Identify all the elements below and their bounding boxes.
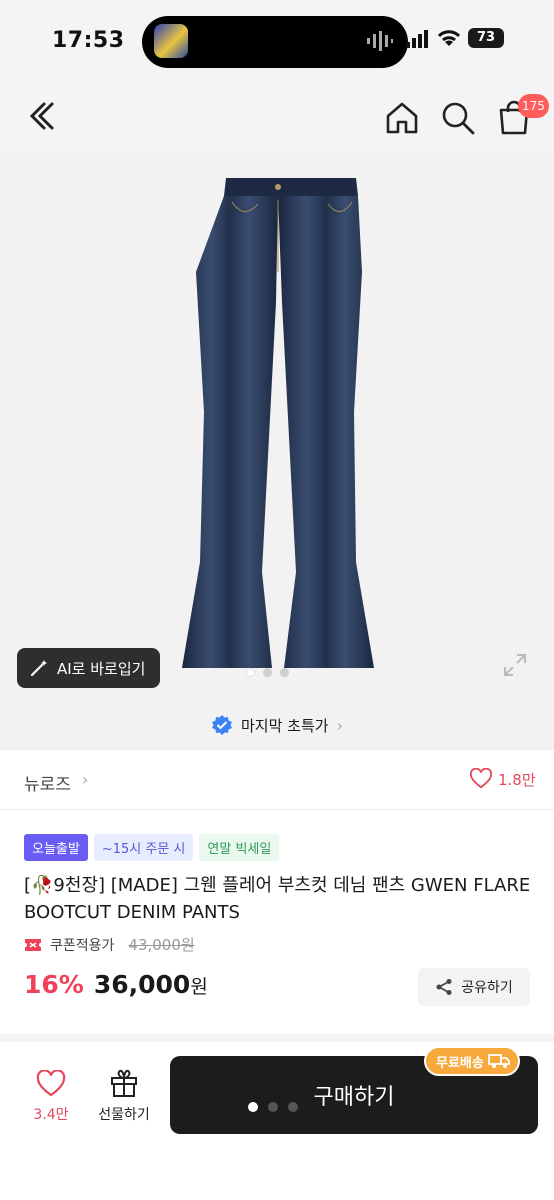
cart-count-badge: 175	[518, 94, 549, 118]
coupon-row: 쿠폰적용가 43,000원	[24, 934, 195, 955]
free-shipping-badge: 무료배송	[424, 1046, 520, 1076]
product-detail-screen: 17:53 73 175 AI로 바로입기 마지막 초특가 › 뉴로즈 › 1.…	[0, 0, 554, 1200]
chevron-right-icon: ›	[82, 770, 89, 789]
jeans-image	[182, 178, 374, 668]
gift-button[interactable]: 선물하기	[92, 1068, 156, 1124]
original-price: 43,000원	[128, 936, 195, 954]
bottom-action-bar: 3.4만 선물하기 구매하기 무료배송	[0, 1042, 554, 1200]
ai-try-on-label: AI로 바로입기	[57, 659, 146, 678]
free-shipping-label: 무료배송	[436, 1055, 484, 1071]
search-icon[interactable]	[438, 98, 478, 138]
gift-label: 선물하기	[98, 1107, 150, 1123]
like-count: 3.4만	[33, 1107, 69, 1123]
promo-label: 마지막 초특가	[241, 716, 329, 735]
gift-icon	[111, 1069, 137, 1097]
price-row: 16% 36,000원	[24, 970, 208, 999]
like-button[interactable]: 3.4만	[28, 1069, 74, 1124]
tag-year-end-sale: 연말 빅세일	[199, 834, 280, 861]
status-time: 17:53	[52, 28, 125, 53]
image-pagination	[246, 668, 289, 677]
ai-try-on-button[interactable]: AI로 바로입기	[17, 648, 160, 688]
share-button[interactable]: 공유하기	[418, 968, 530, 1006]
verified-badge-icon	[212, 715, 232, 735]
status-bar: 17:53 73	[0, 0, 554, 80]
pagination-dot[interactable]	[280, 668, 289, 677]
carousel-dot	[268, 1102, 278, 1112]
magic-wand-icon	[30, 660, 47, 677]
price-unit: 원	[190, 976, 208, 998]
home-icon[interactable]	[382, 98, 422, 138]
expand-icon[interactable]	[502, 652, 528, 678]
carousel-dot	[288, 1102, 298, 1112]
share-label: 공유하기	[461, 980, 513, 996]
brand-row: 뉴로즈 › 1.8만	[0, 752, 554, 810]
section-divider	[0, 1034, 554, 1042]
chevron-right-icon: ›	[336, 715, 343, 735]
dynamic-island	[142, 16, 408, 68]
promo-banner[interactable]: 마지막 초특가 ›	[0, 700, 554, 750]
brand-like-count: 1.8만	[498, 770, 536, 789]
brand-name-link[interactable]: 뉴로즈	[24, 770, 71, 795]
coupon-label: 쿠폰적용가	[50, 937, 115, 954]
carousel-dot	[248, 1102, 258, 1112]
heart-icon	[470, 768, 492, 789]
back-icon[interactable]	[20, 96, 60, 136]
share-icon	[436, 979, 452, 995]
tag-order-cutoff: ~15시 주문 시	[93, 834, 194, 861]
buy-label: 구매하기	[313, 1085, 395, 1110]
pagination-dot[interactable]	[263, 668, 272, 677]
product-title: [🥀9천장] [MADE] 그웬 플레어 부츠컷 데님 팬츠 GWEN FLAR…	[24, 875, 531, 923]
wifi-icon	[437, 30, 461, 46]
tag-today-shipping: 오늘출발	[24, 834, 88, 861]
top-nav	[0, 80, 554, 152]
battery-indicator: 73	[468, 28, 504, 48]
buy-carousel-dots	[248, 1102, 298, 1112]
discount-rate: 16%	[24, 970, 84, 999]
brand-like-button[interactable]: 1.8만	[470, 768, 536, 790]
pagination-dot[interactable]	[246, 668, 255, 677]
coupon-icon	[25, 938, 41, 951]
sale-price: 36,000원	[94, 970, 208, 999]
product-image-carousel[interactable]	[0, 152, 554, 700]
heart-icon	[36, 1069, 66, 1097]
audio-wave-icon	[367, 31, 393, 51]
signal-icon	[406, 30, 428, 48]
sale-price-value: 36,000	[93, 970, 191, 999]
truck-icon	[487, 1054, 510, 1068]
product-tags: 오늘출발 ~15시 주문 시 연말 빅세일	[24, 834, 280, 861]
app-thumbnail-icon	[154, 24, 188, 58]
